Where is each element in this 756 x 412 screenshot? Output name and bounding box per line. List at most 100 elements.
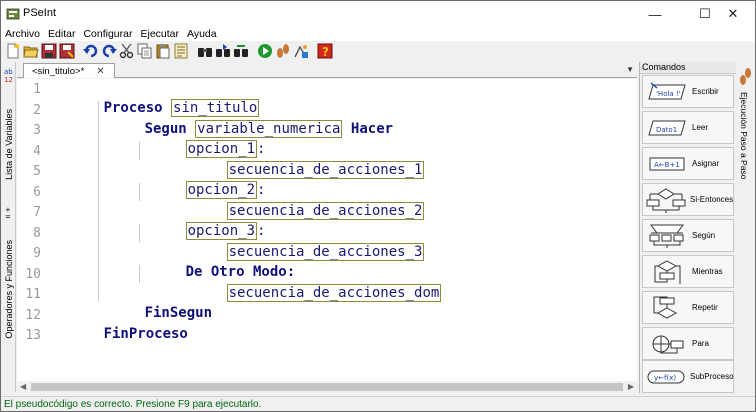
write-icon: 'Hola !' xyxy=(646,78,688,106)
cmd-para-button[interactable]: Para xyxy=(642,327,734,360)
minimize-button[interactable]: — xyxy=(635,1,675,27)
menu-ejecutar[interactable]: Ejecutar xyxy=(136,27,183,41)
status-bar: El pseudocódigo es correcto. Presione F9… xyxy=(1,396,755,411)
find-next-icon[interactable] xyxy=(215,43,231,59)
close-tab-icon[interactable]: ✕ xyxy=(96,66,104,77)
repeat-icon xyxy=(646,294,688,322)
scroll-left-icon[interactable]: ◀ xyxy=(20,382,26,391)
code-line-4: secuencia_de_acciones_1 xyxy=(176,143,425,179)
tab-sin-titulo[interactable]: <sin_titulo>* ✕ xyxy=(23,63,115,78)
cmd-si-entonces-button[interactable]: Si-Entonces xyxy=(642,183,734,216)
cmd-asignar-label: Asignar xyxy=(692,159,720,168)
notes-icon[interactable] xyxy=(173,43,189,59)
undo-icon[interactable] xyxy=(83,43,99,59)
run-icon[interactable] xyxy=(257,43,273,59)
cmd-escribir-button[interactable]: 'Hola !' Escribir xyxy=(642,75,734,108)
menu-archivo[interactable]: Archivo xyxy=(1,27,44,41)
pseint-app-icon xyxy=(6,8,20,20)
line-number: 9 xyxy=(33,246,41,261)
code-line-1: Proceso sin_titulo xyxy=(53,81,260,117)
line-number: 13 xyxy=(25,328,41,343)
keyword-finproceso: FinProceso xyxy=(103,326,188,342)
save-icon[interactable] xyxy=(41,43,57,59)
code-line-12: FinProceso xyxy=(53,307,188,342)
find-icon[interactable] xyxy=(197,43,213,59)
code-line-9: De Otro Modo: xyxy=(135,245,296,280)
line-number: 5 xyxy=(33,164,41,179)
editor-tabs-row: <sin_titulo>* ✕ ▼ xyxy=(17,62,637,78)
line-number: 7 xyxy=(33,205,41,220)
if-then-icon xyxy=(646,186,686,214)
replace-icon[interactable] xyxy=(233,43,249,59)
read-icon: Dato1 xyxy=(646,114,688,142)
menu-editar[interactable]: Editar xyxy=(44,27,79,41)
for-icon xyxy=(646,330,688,358)
line-number: 10 xyxy=(25,267,41,282)
left-side-panel: ab 12 Lista de Variables + = Operadores y … xyxy=(1,62,16,392)
menu-ayuda[interactable]: Ayuda xyxy=(183,27,221,41)
assign-icon: A←B+1 xyxy=(646,150,688,178)
code-line-6: secuencia_de_acciones_2 xyxy=(176,184,425,220)
paste-icon[interactable] xyxy=(155,43,171,59)
code-line-3: opcion_1: xyxy=(135,122,265,158)
code-line-11: FinSegun xyxy=(94,286,212,321)
cmd-mientras-button[interactable]: Mientras xyxy=(642,255,734,288)
scroll-right-icon[interactable]: ▶ xyxy=(628,382,634,391)
step-by-step-icon xyxy=(740,68,751,85)
save-as-icon[interactable] xyxy=(59,43,75,59)
cmd-para-label: Para xyxy=(692,339,709,348)
svg-text:Dato1: Dato1 xyxy=(656,126,677,134)
commands-header: Comandos xyxy=(640,62,736,74)
menu-configurar[interactable]: Configurar xyxy=(79,27,136,41)
menu-bar: Archivo Editar Configurar Ejecutar Ayuda xyxy=(1,27,755,41)
tab-variables[interactable]: Lista de Variables xyxy=(2,86,15,202)
toolbar: ? xyxy=(1,41,755,61)
horizontal-scrollbar[interactable]: ◀ ▶ xyxy=(17,381,637,393)
line-number: 4 xyxy=(33,144,41,159)
line-number: 6 xyxy=(33,185,41,200)
cmd-repetir-button[interactable]: Repetir xyxy=(642,291,734,324)
cmd-segun-button[interactable]: Según xyxy=(642,219,734,252)
code-line-5: opcion_2: xyxy=(135,163,265,199)
window-title: PSeInt xyxy=(23,7,57,19)
line-number: 2 xyxy=(33,103,41,118)
svg-text:y←f(x): y←f(x) xyxy=(654,374,676,382)
tabs-menu-icon[interactable]: ▼ xyxy=(626,65,634,74)
code-editor[interactable]: 1 2 3 4 5 6 7 8 9 10 11 12 13 Proceso si… xyxy=(17,79,637,381)
cmd-asignar-button[interactable]: A←B+1 Asignar xyxy=(642,147,734,180)
code-line-7: opcion_3: xyxy=(135,204,265,240)
cmd-mientras-label: Mientras xyxy=(692,267,723,276)
tab-step-by-step[interactable]: Ejecución Paso a Paso xyxy=(739,92,749,179)
cmd-si-entonces-label: Si-Entonces xyxy=(690,195,734,204)
cmd-subproceso-button[interactable]: y←f(x) SubProceso xyxy=(642,360,734,393)
line-number: 3 xyxy=(33,123,41,138)
subprocess-icon: y←f(x) xyxy=(646,363,686,391)
switch-icon xyxy=(646,222,688,250)
scrollbar-thumb[interactable] xyxy=(31,383,623,391)
line-number: 1 xyxy=(33,82,41,97)
cmd-escribir-label: Escribir xyxy=(692,87,719,96)
open-folder-icon[interactable] xyxy=(23,43,39,59)
line-number-gutter: 1 2 3 4 5 6 7 8 9 10 11 12 13 xyxy=(17,79,45,381)
help-icon[interactable]: ? xyxy=(317,43,333,59)
tab-sin-titulo-label: <sin_titulo>* xyxy=(32,65,85,77)
placeholder-actions-default[interactable]: secuencia_de_acciones_dom xyxy=(226,284,442,302)
pseint-window: PSeInt — ☐ ✕ Archivo Editar Configurar E… xyxy=(0,0,756,412)
svg-text:12: 12 xyxy=(4,76,13,83)
new-file-icon[interactable] xyxy=(5,43,21,59)
step-icon[interactable] xyxy=(275,43,291,59)
debug-icon[interactable] xyxy=(293,43,309,59)
svg-text:ab: ab xyxy=(4,68,13,76)
cmd-leer-button[interactable]: Dato1 Leer xyxy=(642,111,734,144)
code-line-2: Segun variable_numerica Hacer xyxy=(94,102,393,138)
right-side-panel: Ejecución Paso a Paso xyxy=(736,62,755,393)
svg-text:?: ? xyxy=(322,45,329,59)
close-button[interactable]: ✕ xyxy=(713,1,753,27)
line-number: 11 xyxy=(25,287,41,302)
copy-icon[interactable] xyxy=(137,43,153,59)
svg-text:A←B+1: A←B+1 xyxy=(654,161,680,169)
cut-icon[interactable] xyxy=(119,43,135,59)
keyword-hacer: Hacer xyxy=(350,121,394,137)
redo-icon[interactable] xyxy=(101,43,117,59)
tab-operators[interactable]: Operadores y Funciones xyxy=(2,224,15,354)
